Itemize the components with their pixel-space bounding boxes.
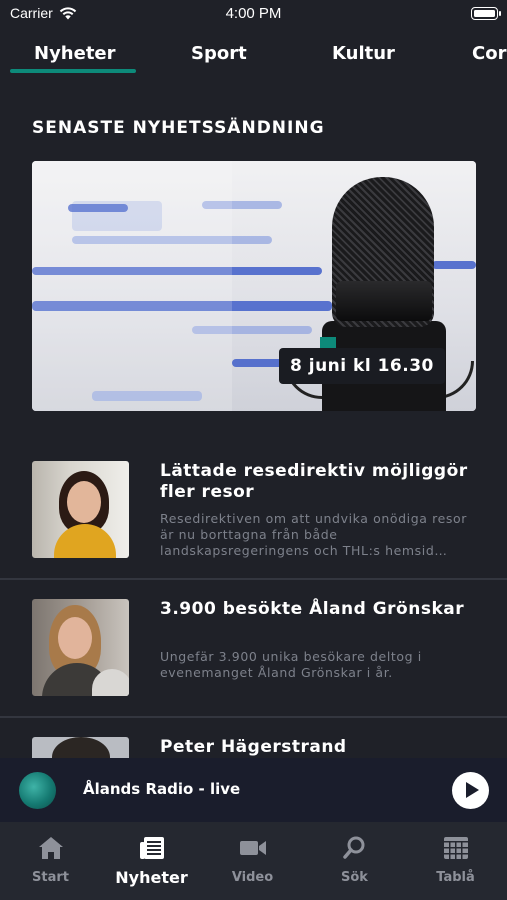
player-title: Ålands Radio - live bbox=[83, 780, 241, 798]
tab-sport[interactable]: Sport bbox=[191, 43, 247, 64]
nav-label: Start bbox=[32, 870, 69, 885]
news-thumbnail bbox=[32, 461, 129, 558]
home-icon bbox=[38, 837, 63, 859]
news-title: Lättade resedirektiv möjliggör fler reso… bbox=[160, 461, 468, 502]
battery-icon bbox=[471, 7, 501, 20]
nav-label: Nyheter bbox=[115, 868, 188, 887]
news-icon bbox=[139, 837, 164, 859]
news-thumbnail bbox=[32, 599, 129, 696]
tab-coro[interactable]: Coro bbox=[472, 43, 507, 64]
nav-label: Sök bbox=[341, 870, 368, 885]
news-summary: Resedirektiven om att undvika onödiga re… bbox=[160, 511, 467, 558]
radio-artwork bbox=[19, 772, 56, 809]
active-tab-indicator bbox=[10, 69, 136, 73]
nav-nyheter[interactable]: Nyheter bbox=[101, 822, 202, 900]
nav-sok[interactable]: Sök bbox=[304, 822, 405, 900]
live-radio-player[interactable]: Ålands Radio - live bbox=[0, 758, 507, 822]
news-summary: Ungefär 3.900 unika besökare deltog i ev… bbox=[160, 649, 422, 680]
status-bar: Carrier 4:00 PM bbox=[0, 0, 507, 28]
news-title: Peter Hägerstrand bbox=[160, 737, 347, 757]
nav-tabla[interactable]: Tablå bbox=[405, 822, 506, 900]
tab-nyheter[interactable]: Nyheter bbox=[34, 43, 116, 64]
video-icon bbox=[239, 841, 266, 855]
tab-kultur[interactable]: Kultur bbox=[332, 43, 395, 64]
search-icon bbox=[342, 836, 364, 859]
clock: 4:00 PM bbox=[225, 5, 282, 22]
news-item[interactable]: Peter Hägerstrand bbox=[0, 718, 507, 758]
broadcast-date-badge: 8 juni kl 16.30 bbox=[279, 348, 445, 384]
news-item[interactable]: Lättade resedirektiv möjliggör fler reso… bbox=[0, 440, 507, 578]
bottom-navigation: Start Nyheter Video Sök Tablå bbox=[0, 822, 507, 900]
latest-broadcast-card[interactable]: 8 juni kl 16.30 bbox=[32, 161, 476, 411]
schedule-icon bbox=[443, 837, 468, 859]
nav-start[interactable]: Start bbox=[0, 822, 101, 900]
nav-label: Tablå bbox=[436, 870, 475, 885]
nav-label: Video bbox=[231, 870, 274, 885]
nav-video[interactable]: Video bbox=[202, 822, 303, 900]
news-thumbnail bbox=[32, 737, 129, 758]
play-button[interactable] bbox=[452, 772, 489, 809]
news-item[interactable]: 3.900 besökte Åland Grönskar Ungefär 3.9… bbox=[0, 580, 507, 718]
section-title: SENASTE NYHETSSÄNDNING bbox=[32, 118, 325, 138]
news-title: 3.900 besökte Åland Grönskar bbox=[160, 599, 465, 619]
